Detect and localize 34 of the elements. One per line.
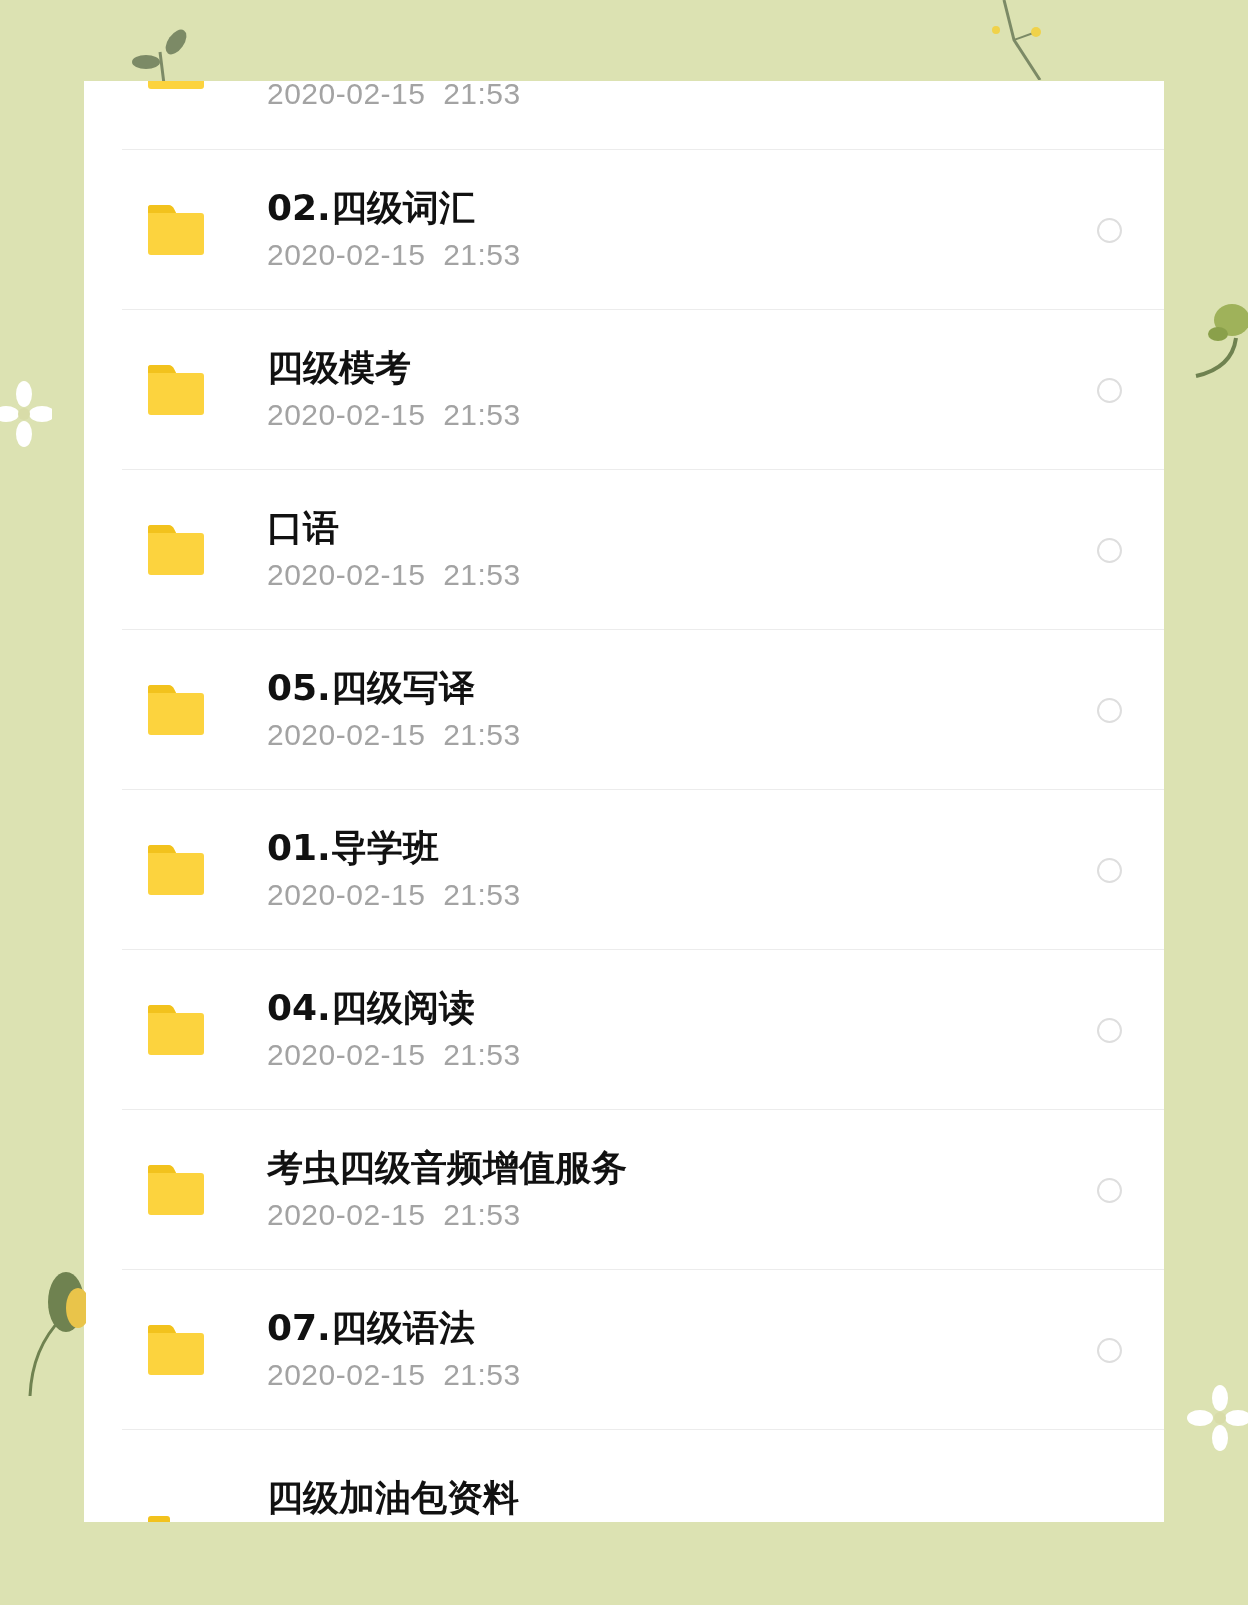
- file-date: 2020-02-15 21:53: [267, 877, 522, 913]
- folder-row[interactable]: 07.四级语法 2020-02-15 21:53: [84, 1270, 1164, 1430]
- select-radio[interactable]: [1097, 537, 1122, 563]
- folder-name: 01.导学班: [267, 826, 440, 870]
- file-date: 2020-02-15 21:53: [267, 237, 522, 273]
- folder-row[interactable]: 05.四级写译 2020-02-15 21:53: [84, 630, 1164, 790]
- select-radio[interactable]: [1097, 217, 1122, 243]
- folder-name: 04.四级阅读: [267, 986, 476, 1030]
- folder-name: 05.四级写译: [267, 666, 476, 710]
- select-radio[interactable]: [1097, 1337, 1122, 1363]
- select-radio[interactable]: [1097, 1177, 1122, 1203]
- folder-name: 考虫四级音频增值服务: [267, 1146, 628, 1190]
- folder-name: 02.四级词汇: [267, 186, 476, 230]
- folder-row[interactable]: 02.四级词汇 2020-02-15 21:53: [84, 150, 1164, 310]
- folder-name: 四级模考: [267, 346, 412, 390]
- folder-name: 四级加油包资料: [267, 1476, 520, 1520]
- file-date: 2020-02-15 21:53: [267, 81, 522, 112]
- select-radio[interactable]: [1097, 1017, 1122, 1043]
- folder-name: 07.四级语法: [267, 1306, 476, 1350]
- folder-name: 口语: [267, 506, 340, 550]
- select-radio[interactable]: [1097, 857, 1122, 883]
- folder-row[interactable]: 口语 2020-02-15 21:53: [84, 470, 1164, 630]
- file-date: 2020-02-15 21:53: [267, 1197, 522, 1233]
- folder-row[interactable]: 考虫四级音频增值服务 2020-02-15 21:53: [84, 1110, 1164, 1270]
- file-date: 2020-02-15 21:53: [267, 717, 522, 753]
- file-date: 2020-02-15 21:53: [267, 1037, 522, 1073]
- file-date: 2020-02-15 21:53: [267, 1357, 522, 1393]
- file-date: 2020-02-15 21:53: [267, 397, 522, 433]
- folder-row[interactable]: 四级模考 2020-02-15 21:53: [84, 310, 1164, 470]
- select-radio[interactable]: [1097, 697, 1122, 723]
- folder-row[interactable]: 01.导学班 2020-02-15 21:53: [84, 790, 1164, 950]
- select-radio[interactable]: [1097, 377, 1122, 403]
- file-date: 2020-02-15 21:53: [267, 557, 522, 593]
- folder-row[interactable]: 04.四级阅读 2020-02-15 21:53: [84, 950, 1164, 1110]
